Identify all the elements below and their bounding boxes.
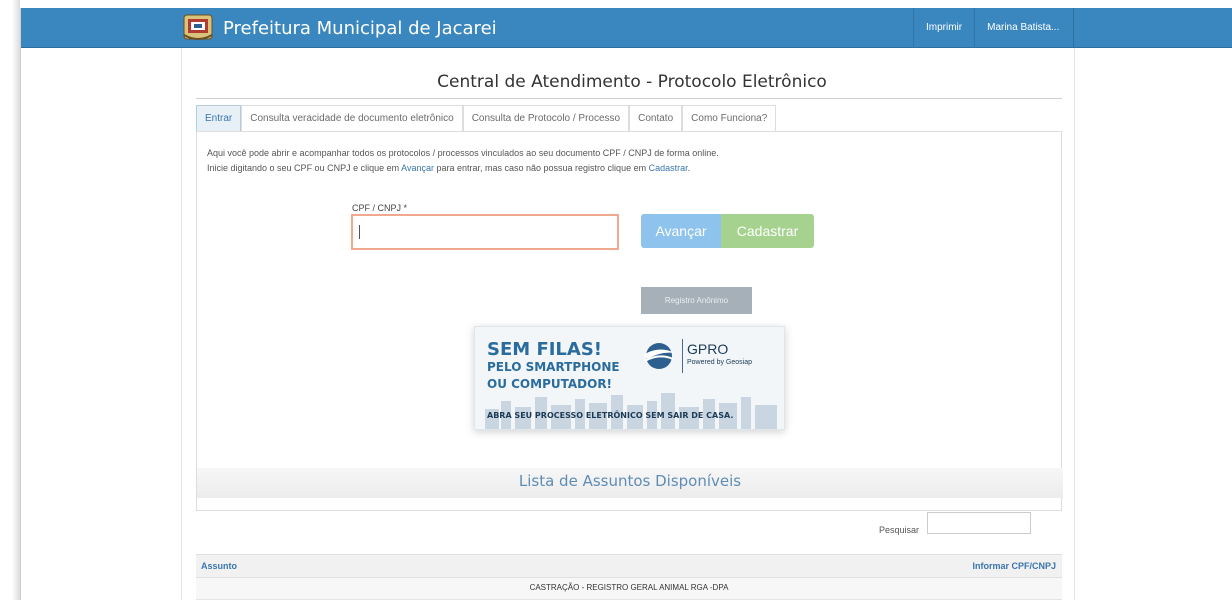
cadastrar-button[interactable]: Cadastrar [721,214,814,248]
tab-entrar[interactable]: Entrar [196,105,242,131]
banner-headline: SEM FILAS! [487,339,603,360]
browser-page: Prefeitura Municipal de Jacarei Imprimir… [20,8,1232,600]
text-caret [359,225,360,239]
intro-text: Aqui você pode abrir e acompanhar todos … [207,146,719,176]
search-label: Pesquisar [879,525,920,535]
gpro-swoosh-icon [643,343,675,369]
banner-tagline: ABRA SEU PROCESSO ELETRÔNICO SEM SAIR DE… [487,411,734,420]
banner-line-2: PELO SMARTPHONE [487,360,620,374]
row-subject: CASTRAÇÃO - REGISTRO GERAL ANIMAL RGA -D… [529,583,729,592]
brand[interactable]: Prefeitura Municipal de Jacarei [181,14,497,42]
cpf-cnpj-input[interactable] [351,214,619,250]
subjects-table: Assunto Informar CPF/CNPJ CASTRAÇÃO - RE… [196,554,1062,600]
main-content: Central de Atendimento - Protocolo Eletr… [181,48,1075,600]
registro-anonimo-button[interactable]: Registro Anônimo [641,287,752,314]
column-assunto[interactable]: Assunto [201,561,237,571]
user-menu[interactable]: Marina Batista... [974,8,1073,48]
print-button[interactable]: Imprimir [913,8,974,48]
navbar-divider [1073,8,1075,48]
gpro-brand: GPRO [687,341,729,357]
intro-line-1: Aqui você pode abrir e acompanhar todos … [207,148,719,158]
gpro-divider [682,339,683,373]
search-input[interactable] [927,512,1031,534]
gpro-powered-by: Powered by Geosiap [687,359,752,366]
intro-line-2: Inicie digitando o seu CPF ou CNPJ e cli… [207,161,719,176]
tab-bar: Entrar Consulta veracidade de documento … [196,105,777,131]
tab-como-funciona[interactable]: Como Funciona? [682,105,777,131]
top-navbar: Prefeitura Municipal de Jacarei Imprimir… [21,8,1232,48]
cpf-cnpj-label: CPF / CNPJ * [352,203,408,213]
avancar-link[interactable]: Avançar [401,163,434,173]
navbar-actions: Imprimir Marina Batista... [913,8,1075,48]
banner-line-3: OU COMPUTADOR! [487,377,613,391]
page-title: Central de Atendimento - Protocolo Eletr… [437,72,827,92]
tab-consulta-veracidade[interactable]: Consulta veracidade de documento eletrôn… [241,105,463,131]
tab-contato[interactable]: Contato [629,105,683,131]
list-title: Lista de Assuntos Disponíveis [518,472,742,490]
city-crest-logo [181,13,215,43]
intro-text-part: Inicie digitando o seu CPF ou CNPJ e cli… [207,163,402,173]
list-header: Lista de Assuntos Disponíveis [197,468,1063,498]
gpro-promo-banner[interactable]: SEM FILAS! PELO SMARTPHONE OU COMPUTADOR… [474,326,785,430]
column-informar-cpf[interactable]: Informar CPF/CNPJ [972,561,1056,571]
table-header: Assunto Informar CPF/CNPJ [196,554,1062,578]
city-skyline-graphic [485,393,777,429]
brand-title: Prefeitura Municipal de Jacarei [223,17,497,39]
cadastrar-link[interactable]: Cadastrar [649,163,688,173]
intro-text-part: para entrar, mas caso não possua registr… [433,163,649,173]
tab-consulta-protocolo[interactable]: Consulta de Protocolo / Processo [462,105,630,131]
avancar-button[interactable]: Avançar [641,214,721,248]
table-row[interactable]: CASTRAÇÃO - REGISTRO GERAL ANIMAL RGA -D… [196,578,1062,600]
login-panel: Aqui você pode abrir e acompanhar todos … [196,131,1063,511]
title-divider [196,98,1062,99]
intro-text-part: . [687,163,691,173]
window-frame [0,0,20,600]
